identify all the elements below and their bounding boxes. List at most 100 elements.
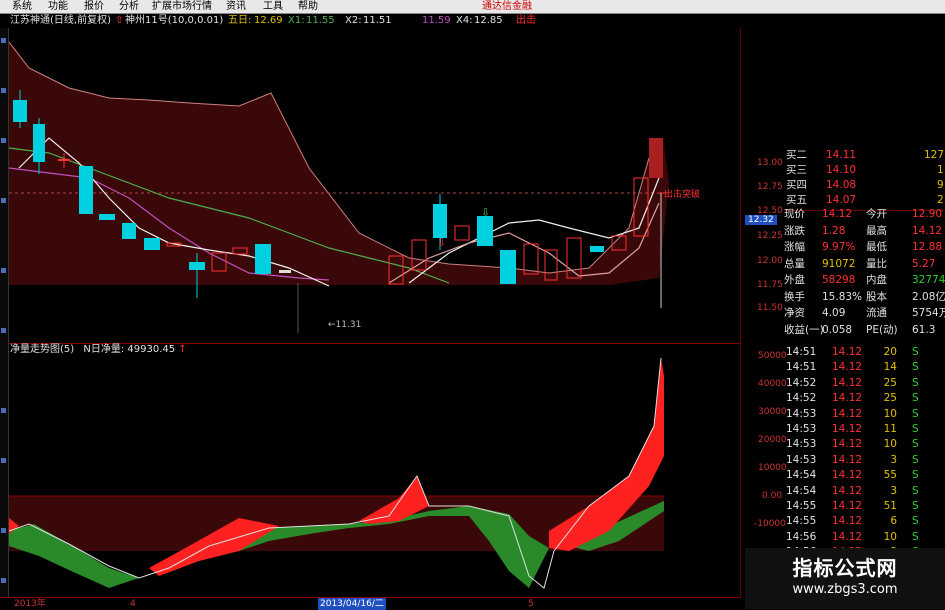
candle [500,250,516,284]
tick-time: 14:52 [786,392,817,405]
tick-time: 14:55 [786,500,817,512]
stat-value: 15.83% [822,290,863,303]
tick-side: S [912,423,919,435]
stat-value: 61.3 [912,323,936,336]
net-volume-label: N日净量: [83,344,125,355]
indicator-info-bar: 江苏神通(日线,前复权) ⇧ 神州11号(10,0,0.01) 五日: 12.6… [0,14,540,28]
stat-label: 现价 [784,208,805,220]
stat-value: 14.12 [822,208,853,220]
toolbar-icon[interactable] [1,88,6,93]
candle [122,223,136,239]
tick-volume: 10 [883,530,897,543]
sell-marker-icon: ⇩ [481,206,490,219]
tick-volume: 25 [883,392,897,405]
date-label: 5 [528,599,534,609]
tick-volume: 20 [883,346,897,358]
stat-row: 涨幅 9.97% 最低 12.88 [784,239,945,255]
tick-time: 14:53 [786,423,817,435]
tick-price: 14.12 [832,469,863,482]
toolbar-icon[interactable] [1,268,6,273]
menu-help[interactable]: 帮助 [298,0,318,13]
sub-chart-title[interactable]: 净量走势图(5) [10,344,74,355]
tick-side: S [912,346,919,358]
toolbar-icon[interactable] [1,198,6,203]
stat-value: 58298 [822,274,856,286]
tick-side: S [912,392,919,405]
stat-row: 涨跌 1.28 最高 14.12 [784,223,945,239]
menu-news[interactable]: 资讯 [226,0,246,13]
stat-value: 32774 [912,274,945,286]
stat-value: 4.09 [822,307,846,319]
menu-tools[interactable]: 工具 [263,0,283,13]
menu-function[interactable]: 功能 [48,0,68,13]
stat-label: 今开 [866,208,887,220]
stat-label: 最低 [866,241,887,253]
stat-value: 2.08亿 [912,290,945,303]
x2-value: 11.51 [363,15,392,26]
stat-value: 12.88 [912,241,943,253]
stat-row: 收益(一) 0.058 PE(动) 61.3 [784,322,945,338]
x2-label: X2: [345,15,362,26]
menu-system[interactable]: 系统 [12,0,32,13]
order-label: 买三 [786,164,807,176]
stat-value: 1.28 [822,224,846,237]
tick-time: 14:54 [786,484,817,497]
x1-value: 11.55 [306,15,335,26]
up-arrow-icon: ↑ [178,344,187,355]
date-axis: 2013年 4 2013/04/16/二 5 [0,597,740,610]
toolbar-icon[interactable] [1,458,6,463]
net-volume-value: 49930.45 [127,344,176,355]
date-label: 2013年 [14,599,46,609]
tick-row: 14:54 14.12 3 S [786,484,945,499]
x4-value: 12.85 [474,15,503,26]
indicator-name[interactable]: 神州11号(10,0,0.01) [125,14,223,28]
tick-row: 14:55 14.12 6 S [786,514,945,529]
menu-extended-market[interactable]: 扩展市场行情 [152,0,212,13]
toolbar-icon[interactable] [1,578,6,583]
tick-volume: 55 [883,469,897,482]
tick-row: 14:52 14.12 25 S [786,391,945,406]
x3-value: 11.59 [422,15,451,26]
tick-time: 14:51 [786,346,817,358]
tick-side: S [912,530,919,543]
tick-time: 14:53 [786,453,817,466]
stat-row: 总量 91072 量比 5.27 [784,256,945,272]
menu-bar: 系统 功能 报价 分析 扩展市场行情 资讯 工具 帮助 通达信金融 [0,0,945,14]
tick-side: S [912,376,919,389]
tick-row: 14:53 14.12 3 S [786,453,945,468]
order-price: 14.11 [826,149,857,161]
tick-side: S [912,500,919,512]
stat-label: PE(动) [866,323,898,336]
tick-volume: 10 [883,407,897,420]
tick-price: 14.12 [832,484,863,497]
tick-price: 14.12 [832,453,863,466]
sub-chart-header: 净量走势图(5) N日净量: 49930.45 ↑ [10,344,187,356]
toolbar-icon[interactable] [1,328,6,333]
tick-price: 14.12 [832,376,863,389]
tick-price: 14.12 [832,438,863,451]
stat-value: 12.90 [912,208,943,220]
toolbar-icon[interactable] [1,408,6,413]
menu-quote[interactable]: 报价 [84,0,104,13]
stat-label: 换手 [784,290,805,303]
stat-value: 5.27 [912,257,936,270]
tick-row: 14:53 14.12 11 S [786,422,945,437]
tick-row: 14:54 14.12 55 S [786,468,945,483]
tick-side: S [912,438,919,451]
breakout-annotation: 出击突破 [664,190,701,200]
toolbar-icon[interactable] [1,528,6,533]
candle [477,216,493,246]
tick-row: 14:52 14.12 25 S [786,376,945,391]
menu-analysis[interactable]: 分析 [119,0,139,13]
toolbar-icon[interactable] [1,138,6,143]
toolbar-icon[interactable] [1,38,6,43]
stat-row: 换手 15.83% 股本 2.08亿 [784,289,945,305]
net-volume-chart[interactable] [9,356,740,596]
stat-label: 净资 [784,307,805,319]
stat-label: 内盘 [866,274,887,286]
order-price: 14.10 [826,164,857,176]
broker-name: 通达信金融 [482,1,532,12]
stat-row: 外盘 58298 内盘 32774 [784,272,945,288]
order-row: 买二 14.11 127 [740,148,945,163]
candlestick-chart[interactable]: ⇩ ⇩ [9,28,740,343]
